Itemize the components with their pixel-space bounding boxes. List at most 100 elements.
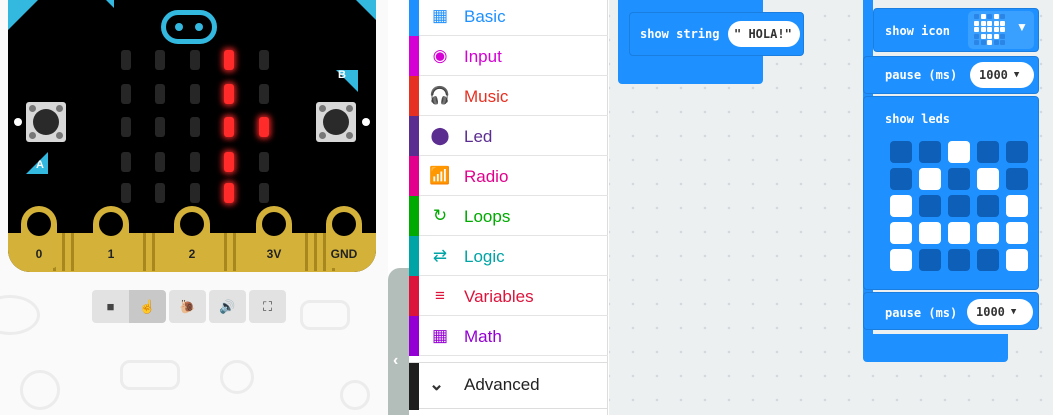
collapse-simulator-button[interactable]: ‹	[388, 268, 410, 415]
category-math[interactable]: ▦ Math	[409, 316, 608, 356]
category-input[interactable]: ◉ Input	[409, 36, 608, 76]
heart-icon	[974, 14, 1006, 46]
led-cell-off[interactable]	[948, 168, 970, 190]
category-color-bar	[409, 0, 419, 36]
button-b-core[interactable]	[323, 109, 349, 135]
button-a-core[interactable]	[33, 109, 59, 135]
slow-mo-button[interactable]: 🐌	[169, 290, 206, 323]
led-cell-off[interactable]	[977, 141, 999, 163]
pin-0[interactable]: 0	[21, 206, 57, 268]
pin-label: 2	[188, 247, 196, 261]
category-label: Input	[464, 47, 502, 66]
edge-stripe	[143, 233, 146, 271]
led-cell-off[interactable]	[890, 141, 912, 163]
button-b[interactable]	[316, 102, 356, 142]
led-cell-on[interactable]	[977, 168, 999, 190]
led-cell-off[interactable]	[919, 249, 941, 271]
heart-pixel	[1000, 40, 1005, 45]
category-logic[interactable]: ⇄ Logic	[409, 236, 608, 276]
led-off	[190, 84, 200, 104]
pause-value-dropdown[interactable]: 1000 ▼	[967, 299, 1033, 325]
forever-block-bottom[interactable]	[863, 334, 1008, 362]
calculator-icon: ▦	[431, 326, 449, 345]
category-music[interactable]: 🎧 Music	[409, 76, 608, 116]
signal-icon: 📶	[429, 166, 451, 185]
led-cell-on[interactable]	[919, 222, 941, 244]
edge-stripe	[233, 233, 236, 271]
category-label: Led	[464, 127, 493, 146]
led-cell-on[interactable]	[890, 249, 912, 271]
list-icon: ≡	[435, 286, 445, 305]
led-off	[190, 117, 200, 137]
led-cell-off[interactable]	[977, 249, 999, 271]
led-off	[121, 183, 131, 203]
led-cell-on[interactable]	[1006, 249, 1028, 271]
led-cell-off[interactable]	[948, 249, 970, 271]
led-on	[224, 84, 234, 104]
led-editor-grid[interactable]	[890, 141, 1032, 283]
pin-label: 1	[107, 247, 115, 261]
edge-stripe	[71, 233, 74, 271]
category-radio[interactable]: 📶 Radio	[409, 156, 608, 196]
led-cell-on[interactable]	[1006, 222, 1028, 244]
led-cell-on[interactable]	[919, 168, 941, 190]
pin-gnd[interactable]: GND	[326, 206, 362, 268]
microbit-board[interactable]: A B 0 1 2 3V GND	[8, 0, 376, 272]
microbit-logo[interactable]	[161, 10, 217, 44]
led-cell-on[interactable]	[890, 222, 912, 244]
mute-button[interactable]: 🔊	[209, 290, 246, 323]
led-cell-off[interactable]	[977, 195, 999, 217]
led-cell-on[interactable]	[1006, 195, 1028, 217]
blocks-workspace[interactable]: show string " HOLA!" show icon ▼ pause (…	[609, 0, 1053, 415]
category-loops[interactable]: ↻ Loops	[409, 196, 608, 236]
led-cell-off[interactable]	[919, 141, 941, 163]
show-icon-block[interactable]: show icon ▼	[873, 8, 1039, 52]
led-cell-on[interactable]	[890, 195, 912, 217]
category-basic[interactable]: ▦ Basic	[409, 0, 608, 36]
led-cell-on[interactable]	[977, 222, 999, 244]
pin-2[interactable]: 2	[174, 206, 210, 268]
heart-pixel	[1000, 27, 1005, 32]
background-doodle	[120, 360, 180, 390]
pause-block[interactable]: pause (ms) 1000 ▼	[863, 56, 1039, 94]
button-a[interactable]	[26, 102, 66, 142]
led-cell-off[interactable]	[1006, 141, 1028, 163]
led-cell-off[interactable]	[1006, 168, 1028, 190]
category-label: Advanced	[464, 375, 540, 394]
led-cell-off[interactable]	[919, 195, 941, 217]
heart-pixel	[993, 33, 999, 39]
background-doodle	[340, 380, 370, 410]
led-on	[224, 152, 234, 172]
led-cell-off[interactable]	[948, 195, 970, 217]
show-leds-block[interactable]: show leds	[863, 96, 1039, 290]
string-input[interactable]: " HOLA!"	[728, 21, 800, 47]
led-off	[155, 84, 165, 104]
stop-button[interactable]: ■	[92, 290, 129, 323]
category-led[interactable]: ⬤ Led	[409, 116, 608, 156]
show-string-block[interactable]: show string " HOLA!"	[629, 12, 804, 56]
heart-pixel	[980, 14, 986, 19]
simulator-panel: A B 0 1 2 3V GND ■ ☝ 🐌 🔊 ⛶	[0, 0, 388, 415]
led-cell-on[interactable]	[948, 141, 970, 163]
string-value: " HOLA!"	[734, 27, 792, 41]
category-color-bar	[409, 76, 419, 116]
category-advanced[interactable]: ⌄ Advanced	[409, 362, 608, 410]
category-color-bar	[409, 36, 419, 76]
fullscreen-button[interactable]: ⛶	[249, 290, 286, 323]
category-variables[interactable]: ≡ Variables	[409, 276, 608, 316]
restart-button[interactable]: ☝	[129, 290, 166, 323]
led-cell-off[interactable]	[890, 168, 912, 190]
pause-block[interactable]: pause (ms) 1000 ▼	[863, 292, 1039, 330]
heart-pixel	[974, 14, 979, 19]
pause-value-dropdown[interactable]: 1000 ▼	[970, 62, 1034, 88]
heart-pixel	[1000, 14, 1005, 19]
led-off	[155, 152, 165, 172]
icon-dropdown[interactable]: ▼	[968, 11, 1034, 49]
heart-pixel	[980, 20, 986, 26]
screw	[319, 132, 326, 139]
screw	[29, 132, 36, 139]
led-cell-on[interactable]	[948, 222, 970, 244]
category-color-bar	[409, 363, 419, 410]
pin-1[interactable]: 1	[93, 206, 129, 268]
pin-3v[interactable]: 3V	[256, 206, 292, 268]
